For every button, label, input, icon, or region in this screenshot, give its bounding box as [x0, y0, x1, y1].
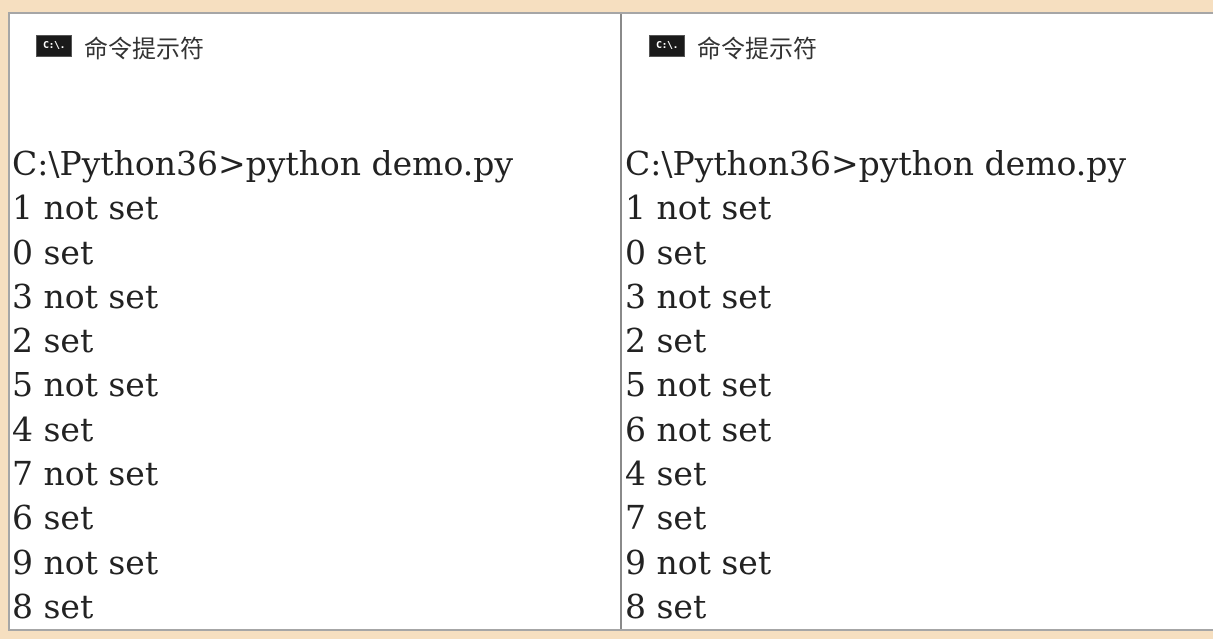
console-pane-left[interactable]: C:\. 命令提示符 C:\Python36>python demo.py 1 n… — [10, 14, 621, 629]
console-line: 8 set — [625, 586, 707, 626]
console-line: C:\Python36>python demo.py — [625, 144, 1126, 183]
console-line: 6 set — [12, 498, 94, 538]
console-line: 4 set — [625, 454, 707, 494]
screenshot-frame: C:\. 命令提示符 C:\Python36>python demo.py 1 n… — [8, 12, 1213, 631]
console-line: 5 not set — [12, 365, 159, 405]
window-title-bar: C:\. 命令提示符 — [649, 28, 817, 64]
console-line: 2 set — [12, 321, 94, 361]
console-output: C:\Python36>python demo.py 1 not set 0 set… — [625, 142, 1126, 629]
window-title: 命令提示符 — [697, 34, 817, 63]
console-line: 6 not set — [625, 409, 772, 449]
console-line: 0 set — [12, 232, 94, 272]
console-line: 1 not set — [12, 188, 159, 228]
pane-divider — [620, 14, 622, 629]
console-line: 1 not set — [625, 188, 772, 228]
console-line: C:\Python36>python demo.py — [12, 144, 513, 183]
console-line: 2 set — [625, 321, 707, 361]
cmd-icon: C:\. — [649, 35, 685, 57]
console-line: 9 not set — [625, 542, 772, 582]
console-line: 7 not set — [12, 454, 159, 494]
console-line: 8 set — [12, 586, 94, 626]
console-line: 4 set — [12, 409, 94, 449]
window-title-bar: C:\. 命令提示符 — [36, 28, 204, 64]
console-line: 7 set — [625, 498, 707, 538]
console-line: 0 set — [625, 232, 707, 272]
console-line: 3 not set — [12, 276, 159, 316]
console-output: C:\Python36>python demo.py 1 not set 0 set… — [12, 142, 513, 629]
console-line: 9 not set — [12, 542, 159, 582]
console-line: 5 not set — [625, 365, 772, 405]
window-title: 命令提示符 — [84, 34, 204, 63]
console-line: 3 not set — [625, 276, 772, 316]
cmd-icon: C:\. — [36, 35, 72, 57]
console-pane-right[interactable]: C:\. 命令提示符 C:\Python36>python demo.py 1 n… — [623, 14, 1213, 629]
